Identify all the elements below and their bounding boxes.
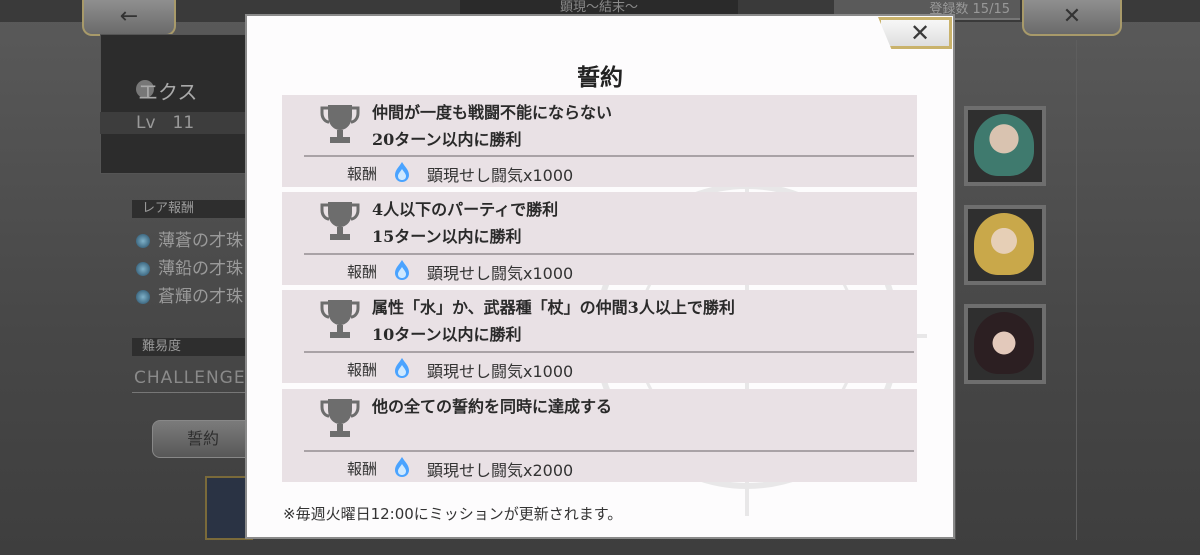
party-portrait[interactable] [964, 205, 1046, 285]
vow-button[interactable]: 誓約 [152, 420, 254, 458]
divider [304, 253, 914, 255]
trophy-icon [320, 105, 360, 143]
divider [304, 155, 914, 157]
character-avatar [974, 213, 1034, 275]
trophy-icon [320, 399, 360, 437]
reward-label: 報酬 [347, 165, 378, 183]
mission-condition: 他の全ての誓約を同時に達成する [372, 397, 613, 416]
reward-value: 顕現せし闘気x1000 [427, 166, 574, 185]
trophy-icon [320, 202, 360, 240]
divider [304, 450, 914, 452]
mission-condition: 4人以下のパーティで勝利 [372, 200, 559, 219]
orb-icon [136, 234, 150, 248]
rare-reward-label: 薄蒼の才珠 [158, 231, 243, 251]
reward-value: 顕現せし闘気x1000 [427, 362, 574, 381]
reward-label: 報酬 [347, 263, 378, 281]
reward-value: 顕現せし闘気x2000 [427, 461, 574, 480]
mission-row: 属性「水」か、武器種「杖」の仲間3人以上で勝利 10ターン以内に勝利 報酬 顕現… [282, 290, 917, 383]
difficulty-header: 難易度 [132, 338, 250, 356]
orb-icon [136, 262, 150, 276]
mission-turn-limit: 15ターン以内に勝利 [372, 227, 522, 246]
mission-row: 仲間が一度も戦闘不能にならない 20ターン以内に勝利 報酬 顕現せし闘気x100… [282, 95, 917, 187]
mission-condition: 属性「水」か、武器種「杖」の仲間3人以上で勝利 [372, 298, 735, 317]
party-portrait[interactable] [964, 106, 1046, 186]
blue-flame-icon [395, 358, 409, 378]
blue-flame-icon [395, 457, 409, 477]
rare-reward-item: 蒼輝の才珠 [134, 286, 254, 308]
blue-flame-icon [395, 260, 409, 280]
dialog-title: 誓約 [577, 64, 623, 91]
rare-reward-label: 蒼輝の才珠 [158, 287, 243, 307]
divider [304, 351, 914, 353]
character-avatar [974, 312, 1034, 374]
divider [132, 392, 250, 393]
back-button[interactable]: ← [82, 0, 176, 36]
difficulty-value: CHALLENGE [134, 368, 246, 388]
character-name: エクス [138, 80, 198, 104]
screen-close-button[interactable]: ✕ [1022, 0, 1122, 36]
trophy-icon [320, 300, 360, 338]
blue-flame-icon [395, 162, 409, 182]
reward-label: 報酬 [347, 361, 378, 379]
reward-value: 顕現せし闘気x1000 [427, 264, 574, 283]
mission-turn-limit: 10ターン以内に勝利 [372, 325, 522, 344]
rare-reward-label: 薄鉛の才珠 [158, 259, 243, 279]
character-level: Lv 11 [100, 112, 250, 134]
party-portrait[interactable] [964, 304, 1046, 384]
mission-row: 4人以下のパーティで勝利 15ターン以内に勝利 報酬 顕現せし闘気x1000 [282, 192, 917, 285]
close-icon: ✕ [909, 19, 931, 47]
rare-reward-item: 薄鉛の才珠 [134, 258, 254, 280]
mission-turn-limit: 20ターン以内に勝利 [372, 130, 522, 149]
reward-label: 報酬 [347, 460, 378, 478]
update-footnote: ※毎週火曜日12:00にミッションが更新されます。 [283, 505, 623, 523]
mission-condition: 仲間が一度も戦闘不能にならない [372, 103, 613, 122]
rare-reward-item: 薄蒼の才珠 [134, 230, 254, 252]
mission-row: 他の全ての誓約を同時に達成する 報酬 顕現せし闘気x2000 [282, 389, 917, 482]
rare-reward-header: レア報酬 [132, 200, 250, 218]
character-avatar [974, 114, 1034, 176]
orb-icon [136, 290, 150, 304]
